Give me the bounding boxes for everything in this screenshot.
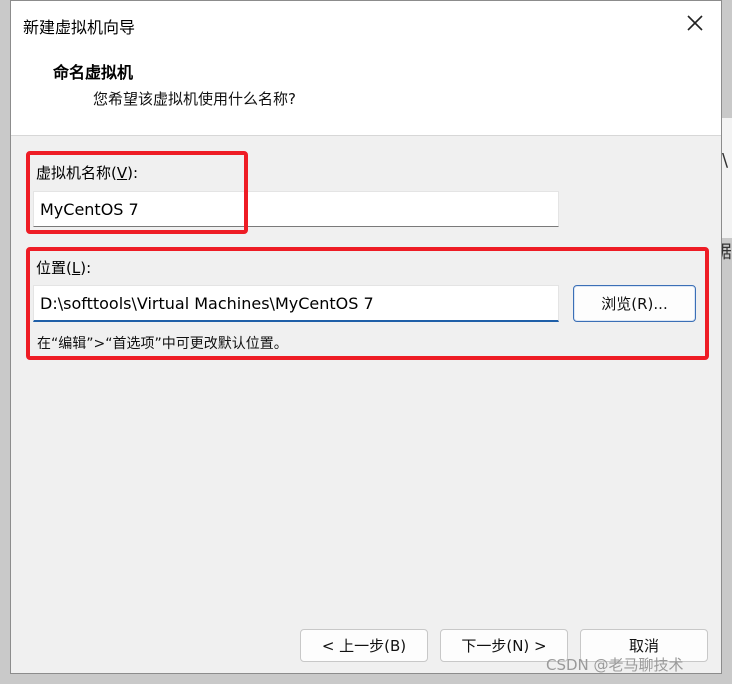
back-button[interactable]: < 上一步(B) [300, 629, 428, 662]
wizard-header: 命名虚拟机 您希望该虚拟机使用什么名称? [11, 47, 721, 136]
close-icon[interactable] [683, 11, 707, 35]
background-glyph-top: \ [722, 150, 729, 171]
watermark: CSDN @老马聊技术 [546, 656, 684, 674]
highlight-box-vm-name [26, 151, 248, 234]
page-title: 命名虚拟机 [53, 63, 134, 82]
page-subtitle: 您希望该虚拟机使用什么名称? [93, 90, 296, 108]
dialog-title: 新建虚拟机向导 [23, 18, 136, 37]
highlight-box-location [26, 247, 709, 360]
background-window-edge [722, 118, 732, 238]
new-vm-wizard-dialog: 新建虚拟机向导 命名虚拟机 您希望该虚拟机使用什么名称? 虚拟机名称(V): 位… [10, 0, 722, 674]
title-bar: 新建虚拟机向导 [11, 1, 721, 47]
